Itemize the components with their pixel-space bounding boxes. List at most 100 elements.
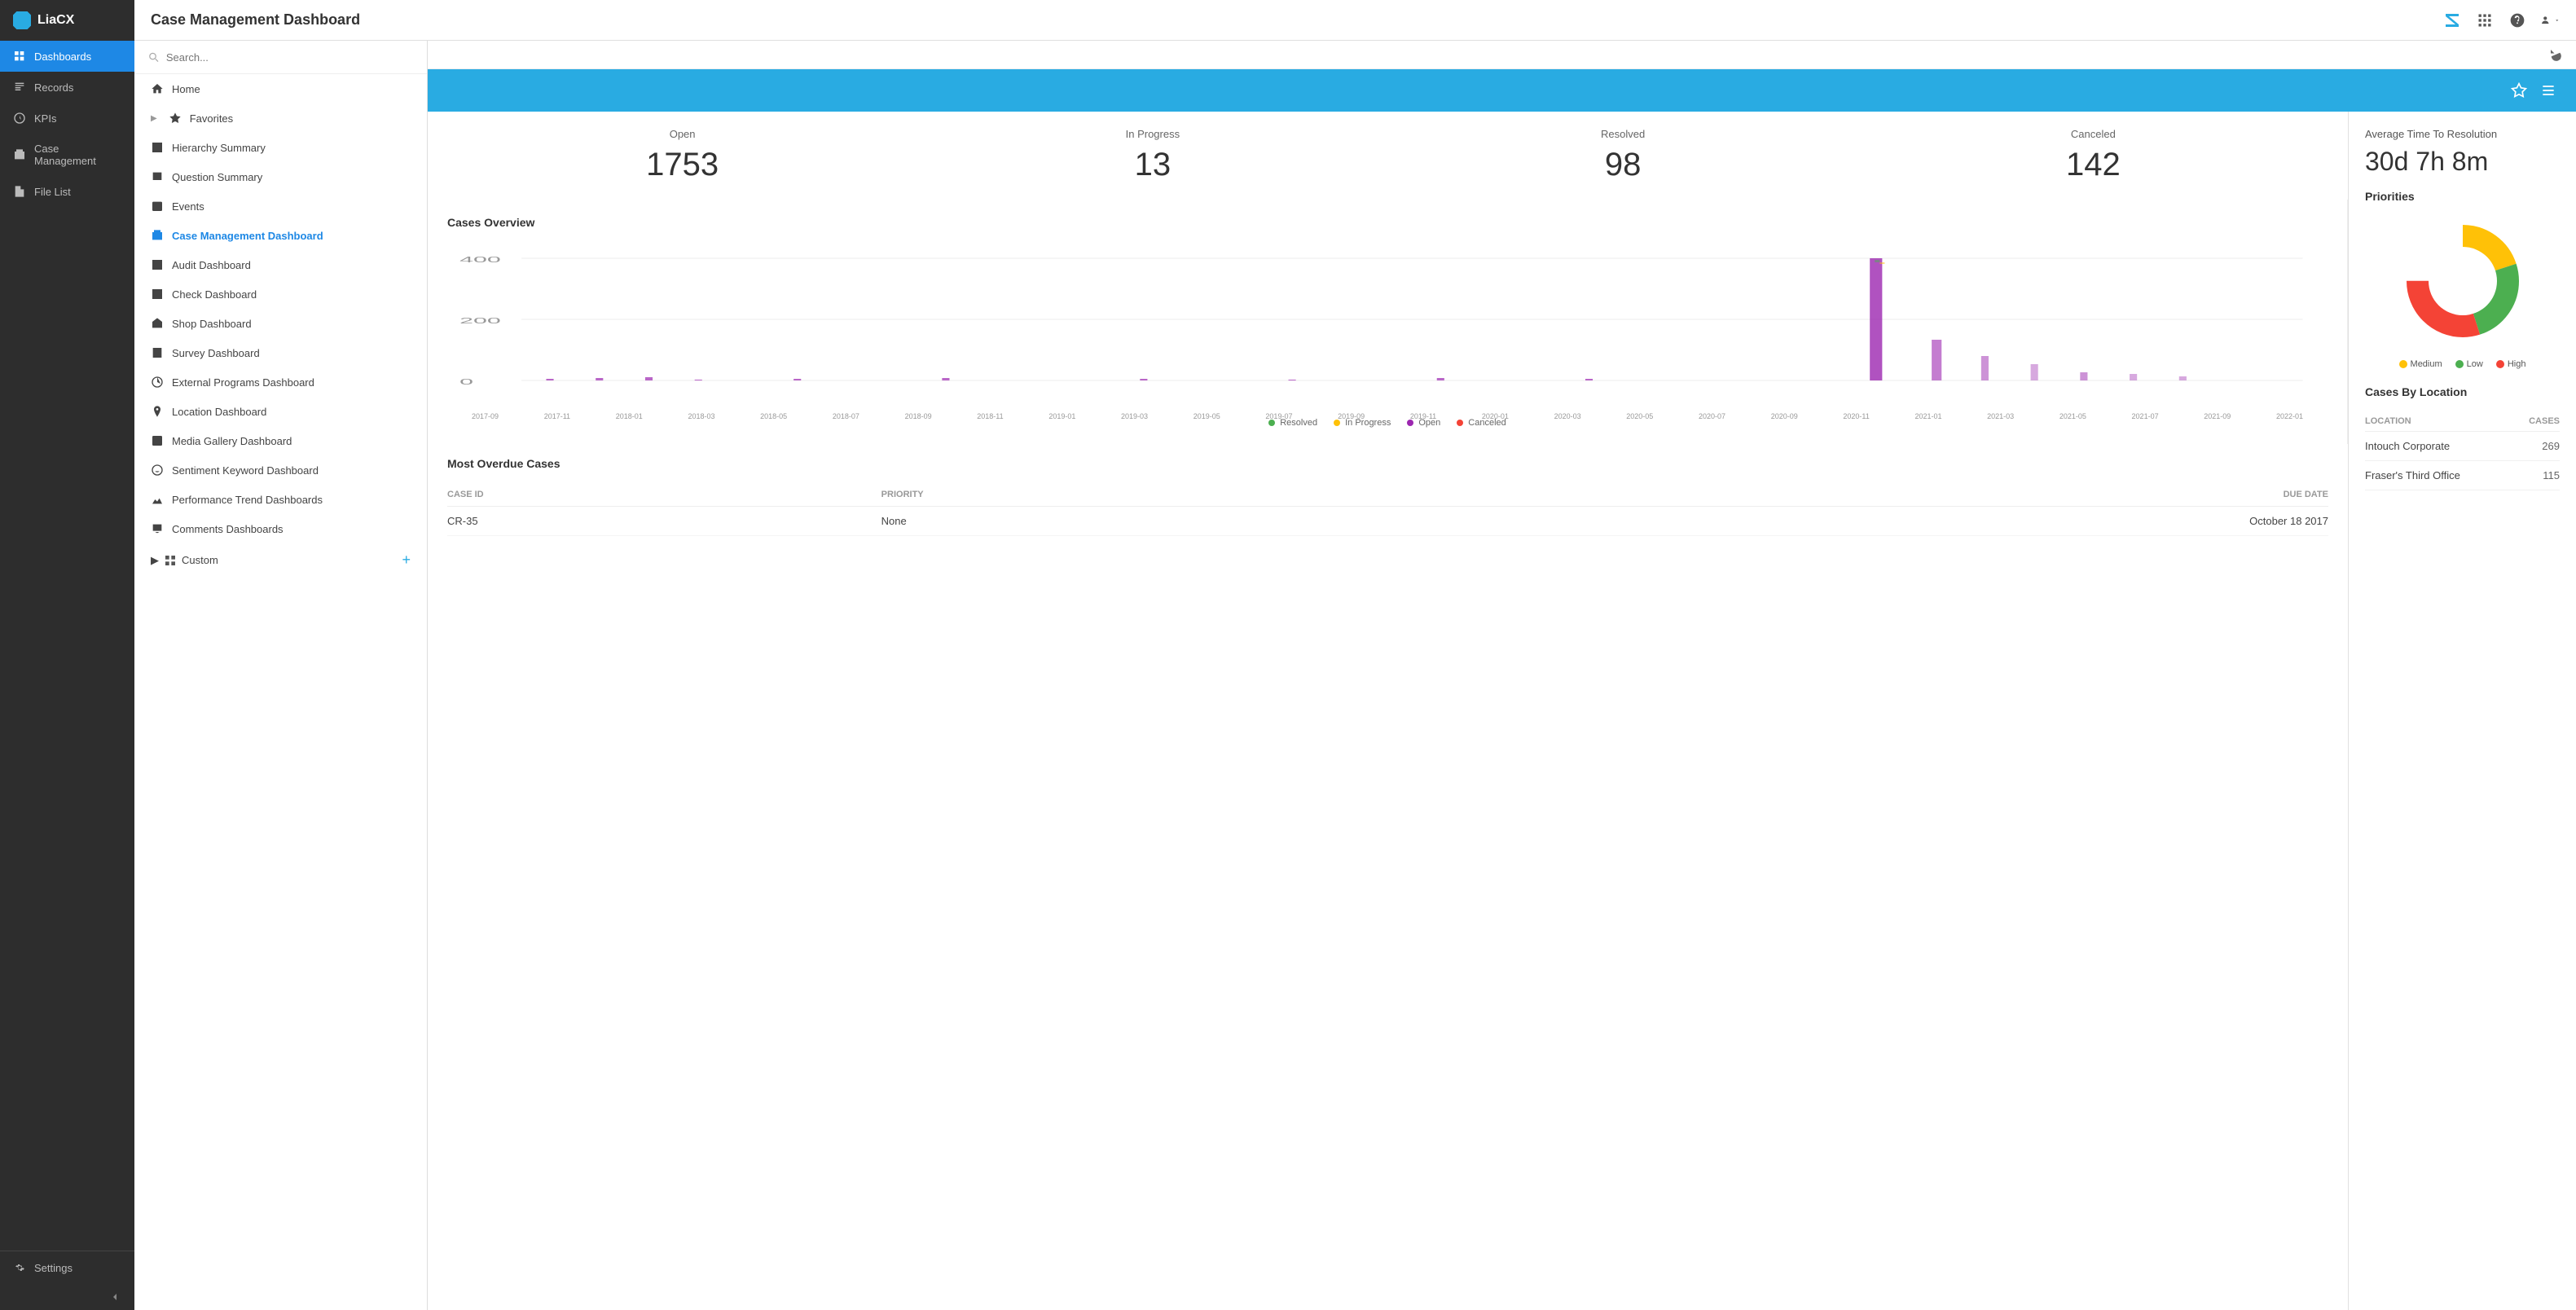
chevron-down-icon — [2554, 15, 2561, 25]
performance-icon — [151, 493, 164, 506]
menu-item-sentiment-label: Sentiment Keyword Dashboard — [172, 464, 319, 477]
most-overdue-section: Most Overdue Cases CASE ID PRIORITY DUE … — [428, 444, 2348, 549]
dashboard-left-content: Open 1753 In Progress 13 Resolved 98 C — [428, 112, 2348, 1310]
stat-canceled: Canceled 142 — [1858, 128, 2328, 183]
high-dot — [2496, 360, 2504, 368]
menu-item-check-dashboard[interactable]: Check Dashboard — [134, 279, 427, 309]
inprogress-dot — [1334, 420, 1340, 426]
menu-item-sentiment[interactable]: Sentiment Keyword Dashboard — [134, 455, 427, 485]
brand-icon[interactable] — [2442, 11, 2462, 30]
menu-item-question-summary-label: Question Summary — [172, 171, 262, 183]
sidebar: LiaCX Dashboards Records KPIs Case Manag… — [0, 0, 134, 1310]
check-icon — [151, 288, 164, 301]
menu-item-check-label: Check Dashboard — [172, 288, 257, 301]
menu-item-case-management-dashboard[interactable]: Case Management Dashboard — [134, 221, 427, 250]
kpis-icon — [13, 112, 26, 125]
menu-item-performance-label: Performance Trend Dashboards — [172, 494, 323, 506]
app-name: LiaCX — [37, 13, 74, 28]
dashboard-toolbar — [428, 41, 2576, 69]
star-icon[interactable] — [2511, 82, 2527, 99]
sidebar-item-kpis[interactable]: KPIs — [0, 103, 134, 134]
banner-actions — [2511, 82, 2556, 99]
page-title: Case Management Dashboard — [151, 11, 360, 29]
donut-chart — [2365, 216, 2560, 346]
most-overdue-title: Most Overdue Cases — [447, 457, 2328, 470]
sentiment-icon — [151, 464, 164, 477]
stat-inprogress: In Progress 13 — [917, 128, 1387, 183]
priorities-section: Priorities — [2365, 190, 2560, 369]
menu-item-audit-dashboard[interactable]: Audit Dashboard — [134, 250, 427, 279]
table-row: CR-35 None October 18 2017 — [447, 507, 2328, 536]
menu-item-external-programs[interactable]: External Programs Dashboard — [134, 367, 427, 397]
stat-open-value: 1753 — [447, 147, 917, 183]
location-row-2: Fraser's Third Office 115 — [2365, 461, 2560, 490]
menu-item-home-label: Home — [172, 83, 200, 95]
menu-item-performance-trend[interactable]: Performance Trend Dashboards — [134, 485, 427, 514]
legend-medium: Medium — [2399, 359, 2442, 369]
audit-icon — [151, 258, 164, 271]
location-table-header: LOCATION CASES — [2365, 411, 2560, 432]
app-logo[interactable]: LiaCX — [0, 0, 134, 41]
col-case-id: CASE ID — [447, 483, 881, 507]
search-icon — [147, 51, 160, 64]
file-list-icon — [13, 185, 26, 198]
events-icon — [151, 200, 164, 213]
svg-text:400: 400 — [459, 255, 501, 264]
main-area: Case Management Dashboard — [134, 0, 2576, 1310]
menu-item-media-gallery[interactable]: Media Gallery Dashboard — [134, 426, 427, 455]
custom-left: ▶ Custom — [151, 554, 218, 567]
cases-overview-title: Cases Overview — [447, 216, 2328, 229]
avg-time-label: Average Time To Resolution — [2365, 128, 2560, 140]
collapse-icon — [108, 1290, 121, 1303]
menu-item-comments[interactable]: Comments Dashboards — [134, 514, 427, 543]
blue-banner — [428, 69, 2576, 112]
sidebar-nav: Dashboards Records KPIs Case Management … — [0, 41, 134, 1251]
menu-item-audit-label: Audit Dashboard — [172, 259, 251, 271]
low-dot — [2455, 360, 2464, 368]
search-box — [134, 41, 427, 74]
apps-icon[interactable] — [2475, 11, 2495, 30]
menu-item-favorites[interactable]: ▶ Favorites — [134, 103, 427, 133]
cases-by-location-title: Cases By Location — [2365, 385, 2560, 398]
custom-expand-arrow: ▶ — [151, 554, 159, 567]
legend-high: High — [2496, 359, 2526, 369]
menu-icon[interactable] — [2540, 82, 2556, 99]
dashboards-icon — [13, 50, 26, 63]
sidebar-item-file-list[interactable]: File List — [0, 176, 134, 207]
search-input[interactable] — [166, 51, 414, 64]
menu-item-shop-dashboard[interactable]: Shop Dashboard — [134, 309, 427, 338]
chart-area: 400 200 0 — [447, 242, 2328, 405]
high-label: High — [2508, 359, 2526, 369]
stat-open: Open 1753 — [447, 128, 917, 183]
menu-custom-section[interactable]: ▶ Custom + — [134, 543, 427, 577]
dashboard-right-panel: Average Time To Resolution 30d 7h 8m Pri… — [2348, 112, 2576, 1310]
survey-icon — [151, 346, 164, 359]
location-count-1: 269 — [2542, 440, 2560, 452]
menu-item-hierarchy-summary[interactable]: Hierarchy Summary — [134, 133, 427, 162]
menu-item-favorites-label: Favorites — [190, 112, 233, 125]
menu-item-home[interactable]: Home — [134, 74, 427, 103]
location-name-1: Intouch Corporate — [2365, 440, 2450, 452]
filter-icon[interactable] — [2524, 47, 2539, 62]
donut-legend: Medium Low High — [2365, 359, 2560, 369]
custom-add-button[interactable]: + — [402, 552, 411, 569]
priority-value: None — [881, 507, 1387, 536]
sidebar-item-case-management[interactable]: Case Management — [0, 134, 134, 176]
sidebar-item-settings[interactable]: Settings — [13, 1261, 121, 1274]
header-actions — [2442, 11, 2560, 30]
help-icon[interactable] — [2508, 11, 2527, 30]
canceled-dot — [1457, 420, 1463, 426]
menu-item-events[interactable]: Events — [134, 191, 427, 221]
sidebar-item-dashboards[interactable]: Dashboards — [0, 41, 134, 72]
sidebar-collapse-button[interactable] — [0, 1284, 134, 1310]
menu-item-question-summary[interactable]: Question Summary — [134, 162, 427, 191]
refresh-icon[interactable] — [2548, 47, 2563, 62]
external-programs-icon — [151, 376, 164, 389]
sidebar-item-records[interactable]: Records — [0, 72, 134, 103]
user-menu[interactable] — [2540, 11, 2560, 30]
menu-item-location-dashboard[interactable]: Location Dashboard — [134, 397, 427, 426]
case-id-value: CR-35 — [447, 507, 881, 536]
menu-item-survey-dashboard[interactable]: Survey Dashboard — [134, 338, 427, 367]
sidebar-item-case-management-label: Case Management — [34, 143, 121, 167]
stat-inprogress-value: 13 — [917, 147, 1387, 183]
